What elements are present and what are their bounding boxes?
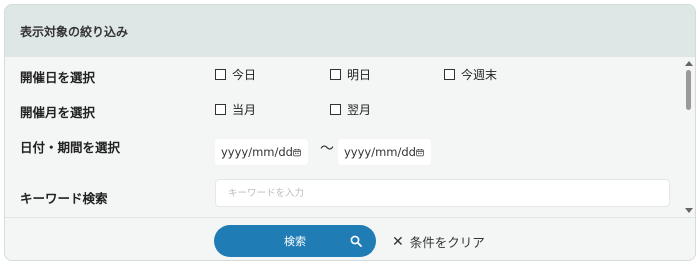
scroll-up-arrow-icon[interactable] <box>685 61 693 66</box>
search-button[interactable]: 検索 <box>214 225 376 257</box>
date-from-input[interactable]: yyyy/mm/dd <box>215 139 308 165</box>
search-icon <box>350 235 362 247</box>
day-filter-label: 開催日を選択 <box>20 70 96 85</box>
checkbox-label: 翌月 <box>347 103 372 117</box>
checkbox-label: 今週末 <box>461 68 498 82</box>
scrollbar[interactable] <box>683 57 695 217</box>
checkbox-this-weekend[interactable]: 今週末 <box>444 66 497 83</box>
filter-panel: 表示対象の絞り込み 開催日を選択 今日 明日 今週末 開催月を選択 当月 翌月 … <box>4 4 696 261</box>
clear-conditions-button[interactable]: ✕ 条件をクリア <box>392 232 485 251</box>
keyword-input[interactable] <box>215 179 670 207</box>
calendar-icon[interactable] <box>293 147 301 158</box>
search-button-label: 検索 <box>284 236 306 248</box>
panel-header: 表示対象の絞り込み <box>5 5 695 57</box>
month-filter-label: 開催月を選択 <box>20 105 96 120</box>
panel-footer: 検索 ✕ 条件をクリア <box>5 217 695 260</box>
scroll-down-arrow-icon[interactable] <box>685 208 693 213</box>
close-icon: ✕ <box>392 233 404 250</box>
date-from-placeholder: yyyy/mm/dd <box>221 145 293 159</box>
checkbox-box[interactable] <box>330 104 341 115</box>
checkbox-label: 明日 <box>347 68 372 82</box>
scroll-thumb[interactable] <box>686 70 691 110</box>
clear-conditions-label: 条件をクリア <box>409 235 485 250</box>
checkbox-this-month[interactable]: 当月 <box>215 101 256 118</box>
calendar-icon[interactable] <box>416 147 424 158</box>
checkbox-label: 今日 <box>232 68 257 82</box>
checkbox-label: 当月 <box>232 103 257 117</box>
date-range-separator: 〜 <box>320 141 334 157</box>
checkbox-box[interactable] <box>215 69 226 80</box>
panel-title: 表示対象の絞り込み <box>20 24 129 39</box>
checkbox-box[interactable] <box>444 69 455 80</box>
checkbox-next-month[interactable]: 翌月 <box>330 101 371 118</box>
date-to-input[interactable]: yyyy/mm/dd <box>338 139 431 165</box>
keyword-filter-label: キーワード検索 <box>20 191 108 206</box>
checkbox-box[interactable] <box>215 104 226 115</box>
period-filter-label: 日付・期間を選択 <box>20 140 121 155</box>
checkbox-tomorrow[interactable]: 明日 <box>330 66 371 83</box>
checkbox-today[interactable]: 今日 <box>215 66 256 83</box>
checkbox-box[interactable] <box>330 69 341 80</box>
date-to-placeholder: yyyy/mm/dd <box>344 145 416 159</box>
